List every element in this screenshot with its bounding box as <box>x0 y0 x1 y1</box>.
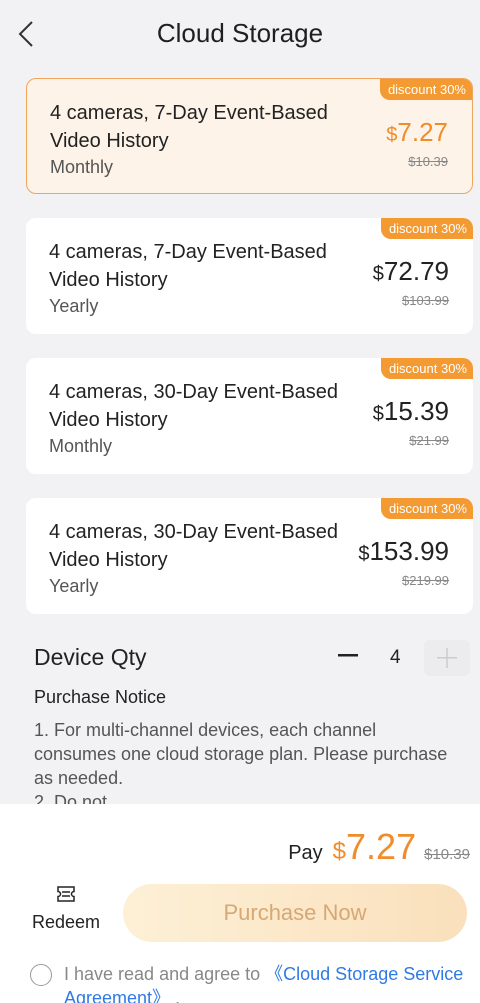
plan-period: Monthly <box>49 436 113 456</box>
header: Cloud Storage <box>0 0 480 64</box>
plan-old-price: $103.99 <box>402 293 449 308</box>
redeem-label: Redeem <box>31 912 101 932</box>
plan-card-7day-yearly[interactable]: discount 30% 4 cameras, 7-Day Event-Base… <box>26 218 473 334</box>
discount-badge: discount 30% <box>380 498 473 519</box>
plan-list: discount 30% 4 cameras, 7-Day Event-Base… <box>26 78 473 638</box>
notice-item-2: 2. Do not <box>34 792 108 804</box>
pay-label: Pay <box>288 842 323 864</box>
plan-title: 4 cameras, 30-Day Event-Based Video Hist… <box>49 381 339 431</box>
device-qty-label: Device Qty <box>34 644 147 670</box>
checkout-bar: Pay $7.27 $10.39 Redeem Purchase Now I h… <box>0 804 480 1003</box>
minus-icon <box>338 654 358 657</box>
plan-price: $15.39 <box>373 396 449 427</box>
discount-badge: discount 30% <box>380 358 473 379</box>
currency-symbol: $ <box>372 263 384 285</box>
notice-item-1: 1. For multi-channel devices, each chann… <box>34 720 448 788</box>
plan-period: Yearly <box>49 576 99 596</box>
agreement-text: I have read and agree to 《Cloud Storage … <box>30 962 470 1003</box>
purchase-now-button[interactable]: Purchase Now <box>123 884 467 942</box>
pay-old-price: $10.39 <box>424 846 470 863</box>
plan-title: 4 cameras, 7-Day Event-Based Video Histo… <box>50 102 328 152</box>
price-value: 72.79 <box>383 256 449 286</box>
qty-decrease-button[interactable] <box>336 640 360 672</box>
plan-old-price: $219.99 <box>402 573 449 588</box>
plan-card-30day-monthly[interactable]: discount 30% 4 cameras, 30-Day Event-Bas… <box>26 358 473 474</box>
plan-old-price: $21.99 <box>409 433 449 448</box>
ticket-icon <box>24 884 108 906</box>
pay-summary: Pay $7.27 $10.39 <box>288 826 470 868</box>
purchase-notice-text: 1. For multi-channel devices, each chann… <box>34 718 454 804</box>
plan-price: $153.99 <box>358 536 449 567</box>
plan-price: $7.27 <box>386 117 448 148</box>
currency-symbol: $ <box>358 543 370 565</box>
plan-title: 4 cameras, 30-Day Event-Based Video Hist… <box>49 521 339 571</box>
plus-icon <box>437 648 457 668</box>
device-qty-row: Device Qty 4 <box>34 640 474 676</box>
plan-card-30day-yearly[interactable]: discount 30% 4 cameras, 30-Day Event-Bas… <box>26 498 473 614</box>
page-title: Cloud Storage <box>156 18 324 48</box>
price-value: 15.39 <box>383 396 449 426</box>
currency-symbol: $ <box>332 838 347 865</box>
agree-label: I have read and agree to <box>64 964 266 984</box>
agreement-row: I have read and agree to 《Cloud Storage … <box>30 962 470 1003</box>
currency-symbol: $ <box>386 124 398 146</box>
purchase-notice-title: Purchase Notice <box>34 687 167 707</box>
plan-period: Yearly <box>49 296 99 316</box>
discount-badge: discount 30% <box>379 79 472 100</box>
plan-card-7day-monthly[interactable]: discount 30% 4 cameras, 7-Day Event-Base… <box>26 78 473 194</box>
plan-title: 4 cameras, 7-Day Event-Based Video Histo… <box>49 241 327 291</box>
plan-period: Monthly <box>50 157 114 177</box>
qty-value: 4 <box>390 647 401 668</box>
plan-old-price: $10.39 <box>408 154 448 169</box>
qty-increase-button[interactable] <box>424 640 470 676</box>
currency-symbol: $ <box>372 403 384 425</box>
pay-amount-value: 7.27 <box>346 826 417 867</box>
price-value: 153.99 <box>369 536 449 566</box>
agree-end: . <box>170 988 181 1003</box>
redeem-button[interactable]: Redeem <box>24 884 108 940</box>
agree-radio[interactable] <box>30 964 52 986</box>
plan-price: $72.79 <box>373 256 449 287</box>
price-value: 7.27 <box>397 117 448 147</box>
discount-badge: discount 30% <box>380 218 473 239</box>
pay-amount: $7.27 <box>333 826 416 868</box>
